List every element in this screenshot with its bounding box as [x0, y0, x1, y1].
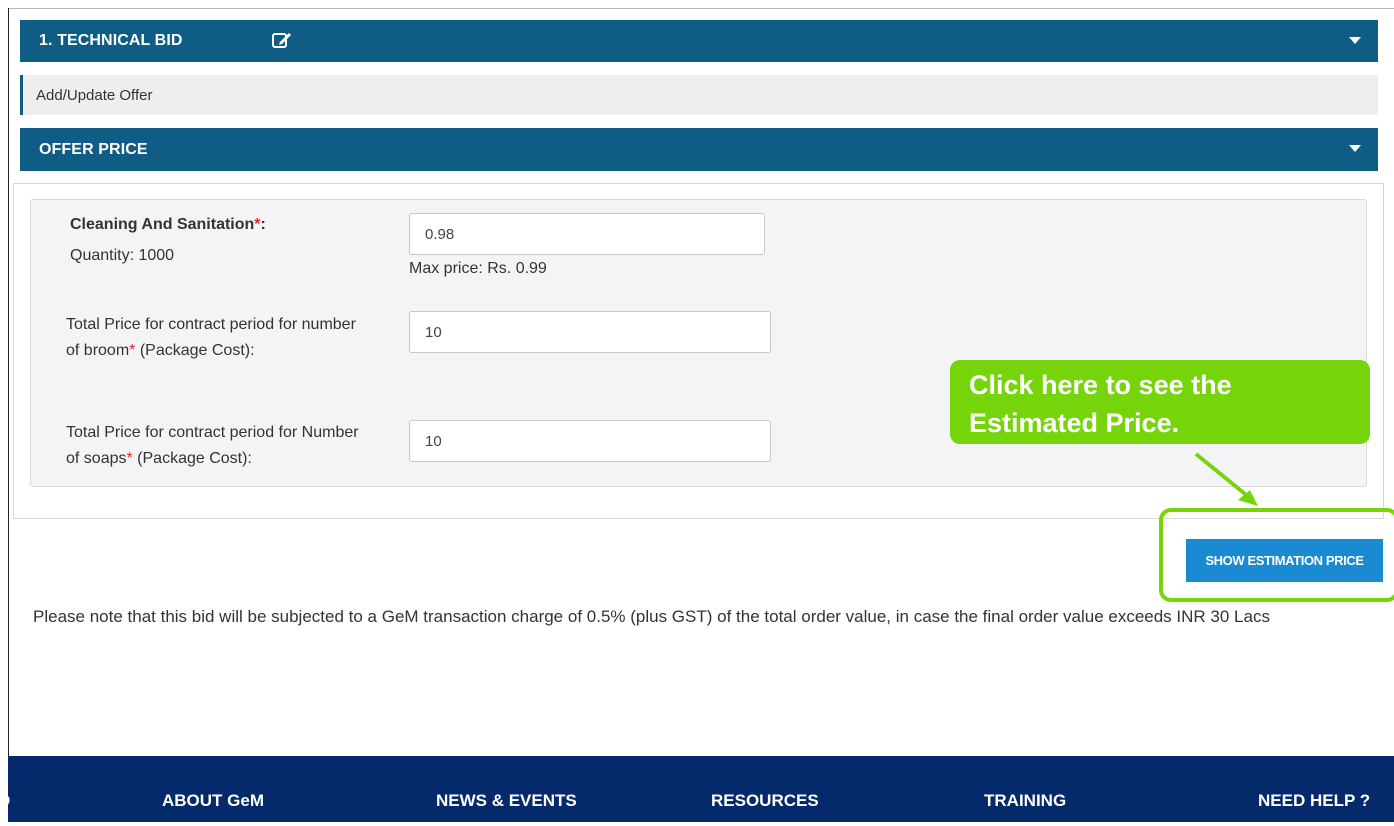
technical-bid-title: 1. TECHNICAL BID — [39, 32, 183, 49]
show-estimation-price-button[interactable]: SHOW ESTIMATION PRICE — [1186, 539, 1383, 582]
unit-price-input[interactable] — [409, 213, 765, 255]
soaps-total-price-input[interactable] — [409, 420, 771, 462]
chevron-down-icon[interactable] — [1349, 37, 1361, 44]
page-frame-left — [8, 8, 9, 756]
offer-price-section-header[interactable]: OFFER PRICE — [20, 128, 1378, 171]
chevron-down-icon[interactable] — [1349, 145, 1361, 152]
quantity-label: Quantity: 1000 — [70, 247, 175, 264]
estimated-price-callout: Click here to see the Estimated Price. — [950, 360, 1370, 444]
add-update-offer-label: Add/Update Offer — [36, 86, 153, 104]
soaps-total-price-label: Total Price for contract period for Numb… — [66, 424, 359, 467]
max-price-hint: Max price: Rs. 0.99 — [409, 260, 547, 277]
page-frame-top — [8, 8, 1394, 9]
footer-link-resources[interactable]: RESOURCES — [711, 791, 819, 811]
add-update-offer-tab[interactable]: Add/Update Offer — [20, 75, 1378, 115]
edit-icon[interactable] — [272, 31, 292, 49]
footer-link-about[interactable]: ABOUT GeM — [162, 791, 264, 811]
technical-bid-section-header[interactable]: 1. TECHNICAL BID — [20, 20, 1378, 62]
broom-total-price-label: Total Price for contract period for numb… — [66, 316, 356, 359]
footer-link-cut[interactable]: D — [0, 791, 10, 811]
transaction-charge-note: Please note that this bid will be subjec… — [33, 607, 1270, 626]
footer-link-training[interactable]: TRAINING — [984, 791, 1066, 811]
arrow-icon — [1194, 452, 1258, 506]
footer-link-need-help[interactable]: NEED HELP ? — [1258, 791, 1370, 811]
broom-total-price-input[interactable] — [409, 311, 771, 353]
item-name-label: Cleaning And Sanitation*: — [70, 216, 266, 233]
footer-link-news-events[interactable]: NEWS & EVENTS — [436, 791, 577, 811]
offer-price-title: OFFER PRICE — [39, 140, 148, 158]
footer-bottom-edge — [8, 822, 1394, 826]
